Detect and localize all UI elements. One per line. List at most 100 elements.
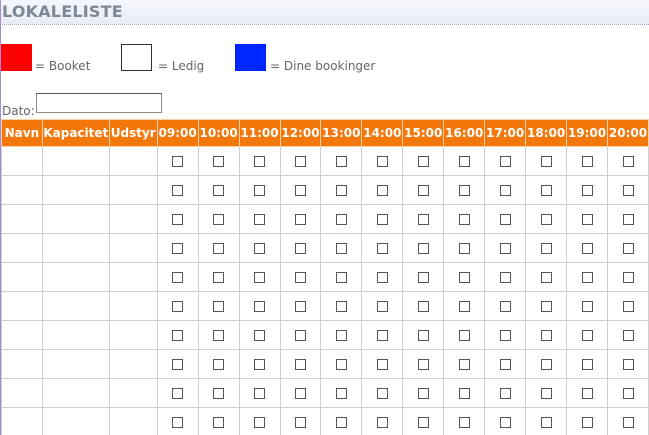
slot-checkbox[interactable] (499, 271, 511, 283)
slot-checkbox[interactable] (376, 155, 388, 167)
slot-checkbox[interactable] (213, 387, 225, 399)
slot-checkbox[interactable] (622, 387, 634, 399)
slot-checkbox[interactable] (458, 271, 470, 283)
slot-checkbox[interactable] (376, 329, 388, 341)
slot-checkbox[interactable] (213, 271, 225, 283)
slot-checkbox[interactable] (335, 416, 347, 428)
slot-checkbox[interactable] (622, 271, 634, 283)
slot-checkbox[interactable] (172, 387, 184, 399)
slot-checkbox[interactable] (540, 387, 552, 399)
slot-checkbox[interactable] (499, 416, 511, 428)
slot-checkbox[interactable] (294, 184, 306, 196)
slot-checkbox[interactable] (213, 329, 225, 341)
slot-checkbox[interactable] (540, 184, 552, 196)
slot-checkbox[interactable] (172, 184, 184, 196)
column-header-kapacitet[interactable]: Kapacitet (41, 119, 110, 147)
slot-checkbox[interactable] (213, 155, 225, 167)
slot-checkbox[interactable] (335, 300, 347, 312)
slot-checkbox[interactable] (335, 155, 347, 167)
slot-checkbox[interactable] (254, 387, 266, 399)
slot-checkbox[interactable] (540, 416, 552, 428)
slot-checkbox[interactable] (213, 184, 225, 196)
slot-checkbox[interactable] (376, 184, 388, 196)
date-input[interactable] (36, 93, 162, 113)
slot-checkbox[interactable] (376, 242, 388, 254)
slot-checkbox[interactable] (581, 184, 593, 196)
slot-checkbox[interactable] (540, 300, 552, 312)
slot-checkbox[interactable] (254, 271, 266, 283)
slot-checkbox[interactable] (294, 271, 306, 283)
slot-checkbox[interactable] (294, 329, 306, 341)
slot-checkbox[interactable] (581, 155, 593, 167)
slot-checkbox[interactable] (294, 213, 306, 225)
slot-checkbox[interactable] (213, 300, 225, 312)
slot-checkbox[interactable] (622, 242, 634, 254)
slot-checkbox[interactable] (499, 155, 511, 167)
slot-checkbox[interactable] (540, 242, 552, 254)
slot-checkbox[interactable] (622, 155, 634, 167)
slot-checkbox[interactable] (499, 213, 511, 225)
slot-checkbox[interactable] (335, 358, 347, 370)
slot-checkbox[interactable] (540, 271, 552, 283)
slot-checkbox[interactable] (335, 387, 347, 399)
slot-checkbox[interactable] (335, 184, 347, 196)
slot-checkbox[interactable] (622, 213, 634, 225)
slot-checkbox[interactable] (213, 213, 225, 225)
slot-checkbox[interactable] (499, 242, 511, 254)
slot-checkbox[interactable] (581, 416, 593, 428)
slot-checkbox[interactable] (458, 242, 470, 254)
slot-checkbox[interactable] (417, 358, 429, 370)
slot-checkbox[interactable] (499, 358, 511, 370)
slot-checkbox[interactable] (458, 358, 470, 370)
slot-checkbox[interactable] (417, 329, 429, 341)
slot-checkbox[interactable] (417, 416, 429, 428)
slot-checkbox[interactable] (335, 271, 347, 283)
slot-checkbox[interactable] (622, 329, 634, 341)
slot-checkbox[interactable] (458, 387, 470, 399)
slot-checkbox[interactable] (294, 416, 306, 428)
slot-checkbox[interactable] (172, 213, 184, 225)
slot-checkbox[interactable] (581, 329, 593, 341)
slot-checkbox[interactable] (172, 358, 184, 370)
slot-checkbox[interactable] (622, 300, 634, 312)
slot-checkbox[interactable] (172, 416, 184, 428)
slot-checkbox[interactable] (581, 387, 593, 399)
slot-checkbox[interactable] (458, 329, 470, 341)
slot-checkbox[interactable] (376, 358, 388, 370)
slot-checkbox[interactable] (417, 242, 429, 254)
slot-checkbox[interactable] (458, 155, 470, 167)
slot-checkbox[interactable] (254, 184, 266, 196)
slot-checkbox[interactable] (376, 416, 388, 428)
slot-checkbox[interactable] (417, 271, 429, 283)
slot-checkbox[interactable] (499, 300, 511, 312)
slot-checkbox[interactable] (376, 387, 388, 399)
slot-checkbox[interactable] (376, 213, 388, 225)
slot-checkbox[interactable] (417, 213, 429, 225)
slot-checkbox[interactable] (499, 387, 511, 399)
column-header-udstyr[interactable]: Udstyr (108, 119, 158, 147)
slot-checkbox[interactable] (581, 242, 593, 254)
slot-checkbox[interactable] (172, 329, 184, 341)
slot-checkbox[interactable] (335, 242, 347, 254)
slot-checkbox[interactable] (294, 358, 306, 370)
slot-checkbox[interactable] (294, 242, 306, 254)
slot-checkbox[interactable] (213, 242, 225, 254)
slot-checkbox[interactable] (254, 300, 266, 312)
slot-checkbox[interactable] (540, 358, 552, 370)
slot-checkbox[interactable] (417, 184, 429, 196)
slot-checkbox[interactable] (458, 416, 470, 428)
slot-checkbox[interactable] (622, 358, 634, 370)
slot-checkbox[interactable] (254, 213, 266, 225)
slot-checkbox[interactable] (376, 300, 388, 312)
slot-checkbox[interactable] (294, 387, 306, 399)
column-header-navn[interactable]: Navn (1, 119, 43, 147)
slot-checkbox[interactable] (254, 416, 266, 428)
slot-checkbox[interactable] (376, 271, 388, 283)
slot-checkbox[interactable] (254, 329, 266, 341)
slot-checkbox[interactable] (417, 155, 429, 167)
slot-checkbox[interactable] (335, 329, 347, 341)
slot-checkbox[interactable] (581, 213, 593, 225)
slot-checkbox[interactable] (458, 300, 470, 312)
slot-checkbox[interactable] (172, 155, 184, 167)
slot-checkbox[interactable] (417, 387, 429, 399)
